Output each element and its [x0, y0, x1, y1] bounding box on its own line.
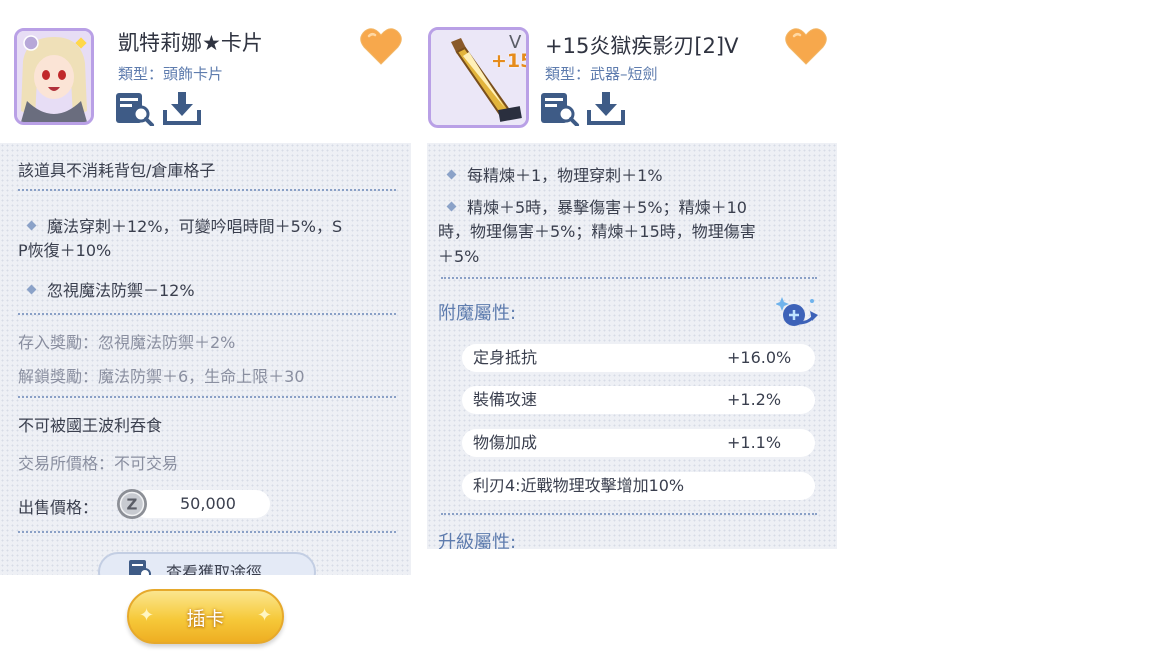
bullet-diamond-icon	[26, 284, 37, 295]
insert-card-button[interactable]: ✦ ✦ 插卡	[127, 589, 284, 644]
enchant-row: 物傷加成 +1.1%	[462, 429, 815, 457]
enchant-value: +1.2%	[727, 390, 782, 409]
divider	[441, 277, 817, 279]
enchant-reroll-icon[interactable]	[776, 293, 822, 333]
weapon-detail-panel[interactable]: 每精煉＋1，物理穿刺＋1% 精煉＋5時，暴擊傷害＋5%；精煉＋10 時，物理傷害…	[427, 143, 837, 549]
enchant-row: 定身抵抗 +16.0%	[462, 344, 815, 372]
upgrade-header: 升級屬性:	[438, 532, 517, 549]
weapon-favorite-heart-icon[interactable]	[784, 26, 828, 66]
weapon-refine-badge: +15	[491, 50, 526, 72]
card-sell-label: 出售價格：	[18, 498, 99, 517]
weapon-refine-2-cont: 時，物理傷害＋5%；精煉＋15時，物理傷害	[438, 222, 756, 241]
enchant-value: +16.0%	[727, 348, 792, 367]
bullet-diamond-icon	[446, 169, 457, 180]
weapon-refine-2: 精煉＋5時，暴擊傷害＋5%；精煉＋10	[446, 194, 747, 218]
card-download-icon[interactable]	[162, 90, 202, 126]
enchant-name: 裝備攻速	[473, 390, 538, 409]
divider	[18, 313, 396, 315]
bullet-diamond-icon	[26, 220, 37, 231]
card-preview-icon[interactable]	[115, 90, 155, 126]
card-note: 該道具不消耗背包/倉庫格子	[18, 161, 216, 180]
weapon-refine-1: 每精煉＋1，物理穿刺＋1%	[446, 162, 663, 186]
card-no-eat-note: 不可被國王波利吞食	[18, 416, 163, 435]
card-item-frame[interactable]	[14, 28, 94, 125]
card-effect-1-cont: P恢復＋10%	[18, 241, 112, 260]
route-button-label: 查看獲取途徑	[166, 563, 263, 575]
card-effect-2: 忽視魔法防禦－12%	[26, 277, 195, 301]
weapon-refine-2-cont2: ＋5%	[438, 247, 480, 266]
bullet-diamond-icon	[446, 201, 457, 212]
route-search-icon	[129, 560, 151, 575]
weapon-title: +15炎獄疾影刃[2]V	[545, 34, 739, 58]
card-effect-1: 魔法穿刺＋12%，可變吟唱時間＋5%，S	[26, 213, 342, 237]
weapon-item-frame[interactable]: V +15	[428, 27, 529, 128]
enchant-header: 附魔屬性:	[438, 303, 517, 324]
card-detail-panel[interactable]: 該道具不消耗背包/倉庫格子 魔法穿刺＋12%，可變吟唱時間＋5%，S P恢復＋1…	[0, 143, 411, 575]
enchant-row: 利刃4:近戰物理攻擊增加10%	[462, 472, 815, 500]
divider	[18, 531, 396, 533]
enchant-row: 裝備攻速 +1.2%	[462, 386, 815, 414]
card-sell-value: 50,000	[180, 494, 236, 513]
route-button[interactable]: 查看獲取途徑	[98, 552, 316, 575]
insert-card-button-label: 插卡	[186, 608, 225, 630]
divider	[18, 396, 396, 398]
card-portrait-icon	[17, 31, 91, 122]
divider	[441, 513, 817, 515]
card-unlock-reward: 解鎖獎勵：魔法防禦＋6，生命上限＋30	[18, 367, 305, 386]
weapon-download-icon[interactable]	[586, 90, 626, 126]
enchant-value: +1.1%	[727, 433, 782, 452]
card-title: 凱特莉娜★卡片	[118, 31, 263, 55]
card-favorite-heart-icon[interactable]	[359, 26, 403, 66]
enchant-name: 定身抵抗	[473, 348, 538, 367]
card-deposit-reward: 存入獎勵：忽視魔法防禦＋2%	[18, 333, 236, 352]
svg-text:Z: Z	[127, 496, 138, 514]
enchant-name: 利刃4:近戰物理攻擊增加10%	[473, 476, 685, 495]
weapon-preview-icon[interactable]	[540, 90, 580, 126]
divider	[18, 189, 396, 191]
zeny-coin-icon: Z	[117, 489, 147, 519]
enchant-name: 物傷加成	[473, 433, 538, 452]
card-type: 類型：頭飾卡片	[118, 65, 224, 83]
weapon-type: 類型：武器–短劍	[545, 65, 658, 83]
card-exchange-price: 交易所價格：不可交易	[18, 454, 179, 473]
